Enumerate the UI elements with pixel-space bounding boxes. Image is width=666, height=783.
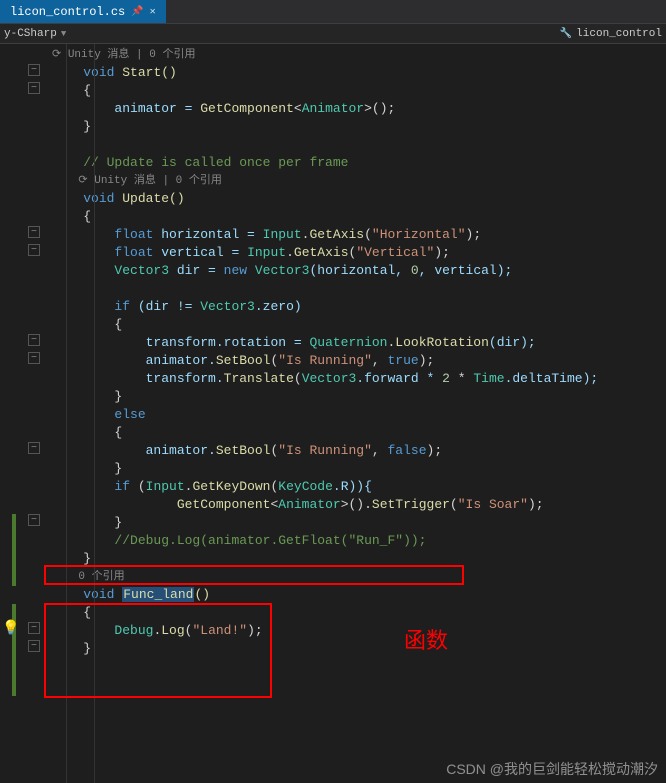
fold-icon[interactable]: −	[28, 622, 40, 634]
code-line: GetComponent<Animator>().SetTrigger("Is …	[52, 496, 666, 514]
code-line: {	[52, 208, 666, 226]
code-line: {	[52, 82, 666, 100]
code-line: {	[52, 604, 666, 622]
fold-icon[interactable]: −	[28, 226, 40, 238]
annotation-label: 函数	[404, 632, 448, 650]
code-line	[52, 136, 666, 154]
code-line: transform.Translate(Vector3.forward * 2 …	[52, 370, 666, 388]
code-line	[52, 280, 666, 298]
fold-icon[interactable]: −	[28, 244, 40, 256]
code-line: {	[52, 316, 666, 334]
code-area[interactable]: ⟳ Unity 消息 | 0 个引用 void Start() { animat…	[44, 44, 666, 783]
class-icon: 🔧	[560, 28, 572, 40]
change-bar	[12, 514, 16, 586]
code-line: animator.SetBool("Is Running", false);	[52, 442, 666, 460]
code-line: }	[52, 460, 666, 478]
fold-icon[interactable]: −	[28, 640, 40, 652]
code-line: else	[52, 406, 666, 424]
code-line: transform.rotation = Quaternion.LookRota…	[52, 334, 666, 352]
code-line: }	[52, 514, 666, 532]
change-bar	[12, 604, 16, 696]
tab-bar: licon_control.cs 📌 ✕	[0, 0, 666, 24]
code-line: }	[52, 388, 666, 406]
code-line: // Update is called once per frame	[52, 154, 666, 172]
code-line: //Debug.Log(animator.GetFloat("Run_F"));	[52, 532, 666, 550]
fold-icon[interactable]: −	[28, 442, 40, 454]
code-line: void Func_land()	[52, 586, 666, 604]
code-line: }	[52, 640, 666, 658]
code-line: void Update()	[52, 190, 666, 208]
lightbulb-icon[interactable]: 💡	[2, 620, 19, 637]
code-line: animator = GetComponent<Animator>();	[52, 100, 666, 118]
fold-icon[interactable]: −	[28, 82, 40, 94]
tab-filename: licon_control.cs	[10, 5, 125, 19]
watermark: CSDN @我的巨剑能轻松搅动潮汐	[446, 759, 658, 779]
editor[interactable]: − − − − − − − − − − 💡 ⟳ Unity 消息 | 0 个引用…	[0, 44, 666, 783]
file-tab[interactable]: licon_control.cs 📌 ✕	[0, 0, 166, 23]
fold-icon[interactable]: −	[28, 334, 40, 346]
fold-icon[interactable]: −	[28, 64, 40, 76]
code-line: Vector3 dir = new Vector3(horizontal, 0,…	[52, 262, 666, 280]
gutter: − − − − − − − − − − 💡	[0, 44, 44, 783]
fold-icon[interactable]: −	[28, 514, 40, 526]
codelens[interactable]: ⟳ Unity 消息 | 0 个引用	[52, 172, 666, 190]
code-line: void Start()	[52, 64, 666, 82]
code-line: float horizontal = Input.GetAxis("Horizo…	[52, 226, 666, 244]
breadcrumb-left[interactable]: y-CSharp ▼	[4, 28, 66, 40]
breadcrumb-right[interactable]: 🔧 licon_control	[560, 28, 662, 40]
code-line: }	[52, 118, 666, 136]
chevron-down-icon: ▼	[61, 29, 66, 39]
pin-icon[interactable]: 📌	[131, 6, 143, 18]
selected-text: Func_land	[122, 587, 194, 602]
breadcrumb-class: licon_control	[576, 28, 662, 40]
codelens[interactable]: ⟳ Unity 消息 | 0 个引用	[52, 46, 666, 64]
fold-icon[interactable]: −	[28, 352, 40, 364]
code-line: float vertical = Input.GetAxis("Vertical…	[52, 244, 666, 262]
code-line: if (Input.GetKeyDown(KeyCode.R)){	[52, 478, 666, 496]
code-line: {	[52, 424, 666, 442]
code-line: animator.SetBool("Is Running", true);	[52, 352, 666, 370]
codelens[interactable]: 0 个引用	[52, 568, 666, 586]
code-line: Debug.Log("Land!");	[52, 622, 666, 640]
close-icon[interactable]: ✕	[150, 6, 156, 18]
breadcrumb-bar: y-CSharp ▼ 🔧 licon_control	[0, 24, 666, 44]
code-line: }	[52, 550, 666, 568]
breadcrumb-project: y-CSharp	[4, 28, 57, 40]
code-line: if (dir != Vector3.zero)	[52, 298, 666, 316]
